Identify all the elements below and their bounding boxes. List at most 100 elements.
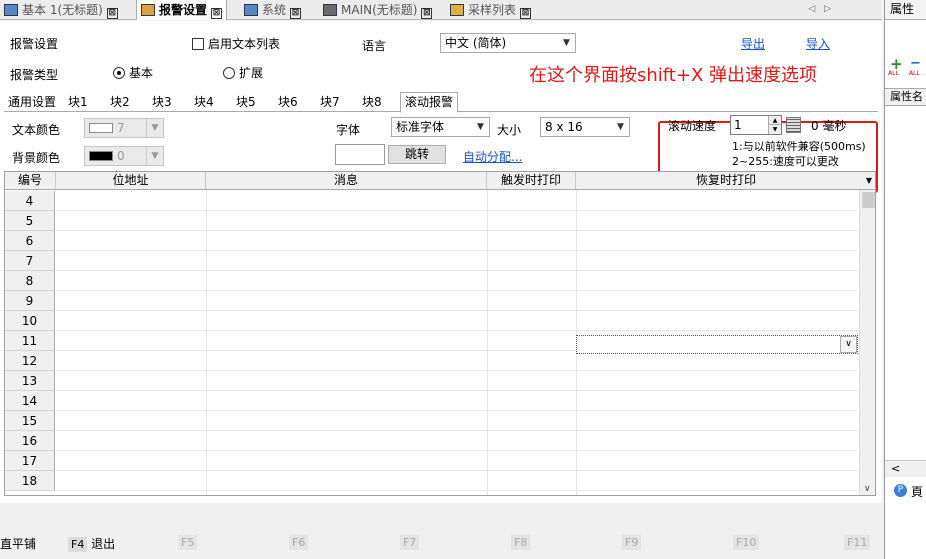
table-row[interactable]	[56, 311, 857, 331]
checkbox-box[interactable]	[192, 38, 204, 50]
spin-up-icon[interactable]: ▲	[768, 116, 781, 125]
table-row[interactable]	[56, 271, 857, 291]
tab-sampling-list[interactable]: 采样列表 ⊠	[450, 0, 532, 20]
tab-system[interactable]: 系统 ⊠	[244, 0, 302, 20]
row-number[interactable]: 14	[5, 391, 55, 411]
row-number[interactable]: 9	[5, 291, 55, 311]
row-number[interactable]: 12	[5, 351, 55, 371]
import-link[interactable]: 导入	[806, 35, 830, 52]
tab-label: 报警设置	[159, 3, 208, 17]
jump-button[interactable]: 跳转	[388, 145, 446, 164]
auto-assign-link[interactable]: 自动分配...	[463, 148, 522, 165]
subtab-block8[interactable]: 块8	[358, 93, 386, 112]
fkey-f7[interactable]: F7	[400, 535, 420, 550]
table-row[interactable]	[56, 351, 857, 371]
table-row[interactable]	[56, 451, 857, 471]
close-icon[interactable]: ⊠	[290, 8, 302, 19]
chevron-down-icon[interactable]: ▼	[866, 172, 872, 189]
row-number[interactable]: 15	[5, 411, 55, 431]
export-link[interactable]: 导出	[741, 35, 765, 52]
properties-hscrollbar[interactable]: <	[885, 460, 926, 477]
subtab-block7[interactable]: 块7	[316, 93, 344, 112]
scroll-left-icon[interactable]: <	[891, 462, 900, 475]
row-number[interactable]: 17	[5, 451, 55, 471]
row-number[interactable]: 10	[5, 311, 55, 331]
row-number[interactable]: 5	[5, 211, 55, 231]
subtab-block2[interactable]: 块2	[106, 93, 134, 112]
tab-scroll-arrows[interactable]: ◁ ▷	[808, 4, 834, 14]
row-number[interactable]: 4	[5, 191, 55, 211]
fkey-f9[interactable]: F9	[622, 535, 642, 550]
alarm-type-basic-radio[interactable]: 基本	[113, 64, 153, 81]
add-all-icon[interactable]: +	[890, 57, 903, 72]
table-row[interactable]	[56, 371, 857, 391]
table-row[interactable]	[56, 291, 857, 311]
row-number[interactable]: 16	[5, 431, 55, 451]
table-row[interactable]	[56, 231, 857, 251]
row-number[interactable]: 6	[5, 231, 55, 251]
table-row[interactable]	[56, 391, 857, 411]
table-row[interactable]	[56, 251, 857, 271]
bg-color-select: 0 ▼	[84, 146, 164, 166]
table-vscrollbar[interactable]: ∨	[859, 190, 875, 495]
close-icon[interactable]: ⊠	[211, 8, 223, 19]
column-divider	[487, 190, 488, 495]
tab-label: 系统	[262, 3, 287, 17]
fkey-f6[interactable]: F6	[289, 535, 309, 550]
subtab-block5[interactable]: 块5	[232, 93, 260, 112]
tab-main[interactable]: MAIN(无标题) ⊠	[323, 0, 433, 20]
subtab-scroll-alarm[interactable]: 滚动报警	[400, 92, 459, 113]
subtab-block6[interactable]: 块6	[274, 93, 302, 112]
chevron-down-icon[interactable]: ∨	[840, 336, 857, 353]
row-number[interactable]: 13	[5, 371, 55, 391]
font-select[interactable]: 标准字体 ▼	[391, 117, 490, 137]
tab-alarm-settings[interactable]: 报警设置 ⊠	[136, 0, 228, 20]
subtab-block4[interactable]: 块4	[190, 93, 218, 112]
fkey-f4[interactable]: F4 退出	[68, 535, 115, 552]
fkey-code: F4	[68, 537, 88, 552]
table-row[interactable]	[56, 471, 857, 491]
fkey-partial-label[interactable]: 直平铺	[0, 535, 36, 552]
language-select[interactable]: 中文 (简体) ▼	[440, 33, 576, 53]
fkey-f10[interactable]: F10	[733, 535, 760, 550]
subtab-general[interactable]: 通用设置	[4, 93, 60, 112]
tab-basic-1[interactable]: 基本 1(无标题) ⊠	[0, 0, 122, 20]
jump-input[interactable]	[335, 144, 385, 165]
size-select[interactable]: 8 x 16 ▼	[540, 117, 630, 137]
radio-unselected-icon[interactable]	[223, 67, 235, 79]
table-row[interactable]	[56, 211, 857, 231]
enable-text-list-checkbox[interactable]: 启用文本列表	[192, 35, 280, 52]
alarm-type-extended-radio[interactable]: 扩展	[223, 64, 263, 81]
close-icon[interactable]: ⊠	[106, 8, 118, 19]
color-swatch	[89, 123, 113, 133]
table-row[interactable]	[56, 411, 857, 431]
fkey-f5[interactable]: F5	[178, 535, 198, 550]
close-icon[interactable]: ⊠	[520, 8, 532, 19]
info-icon[interactable]: P	[894, 484, 907, 497]
recovery-print-dropdown[interactable]: ∨	[576, 335, 858, 354]
scroll-down-icon[interactable]: ∨	[864, 484, 871, 494]
row-number[interactable]: 7	[5, 251, 55, 271]
language-label: 语言	[362, 39, 387, 53]
fkey-f8[interactable]: F8	[511, 535, 531, 550]
fkey-f11[interactable]: F11	[844, 535, 871, 550]
remove-all-icon[interactable]: −	[910, 57, 921, 70]
spin-down-icon[interactable]: ▼	[768, 125, 781, 134]
row-number[interactable]: 18	[5, 471, 55, 491]
table-row[interactable]	[56, 431, 857, 451]
table-row[interactable]	[56, 191, 857, 211]
radio-selected-icon[interactable]	[113, 67, 125, 79]
fkey-code: F11	[844, 535, 871, 550]
subtab-block1[interactable]: 块1	[64, 93, 92, 112]
subtab-block3[interactable]: 块3	[148, 93, 176, 112]
keypad-icon[interactable]	[786, 117, 801, 133]
scroll-speed-spinner[interactable]: 1 ▲ ▼	[730, 115, 782, 135]
function-key-bar: 直平铺 F4 退出 F5 F6 F7 F8 F9 F10 F11	[0, 528, 884, 559]
row-number[interactable]: 8	[5, 271, 55, 291]
fkey-label: 退出	[91, 537, 116, 551]
row-number[interactable]: 11	[5, 331, 55, 351]
scroll-thumb[interactable]	[862, 192, 875, 208]
alarm-settings-label: 报警设置	[10, 37, 59, 51]
close-icon[interactable]: ⊠	[421, 8, 433, 19]
fkey-code: F10	[733, 535, 760, 550]
